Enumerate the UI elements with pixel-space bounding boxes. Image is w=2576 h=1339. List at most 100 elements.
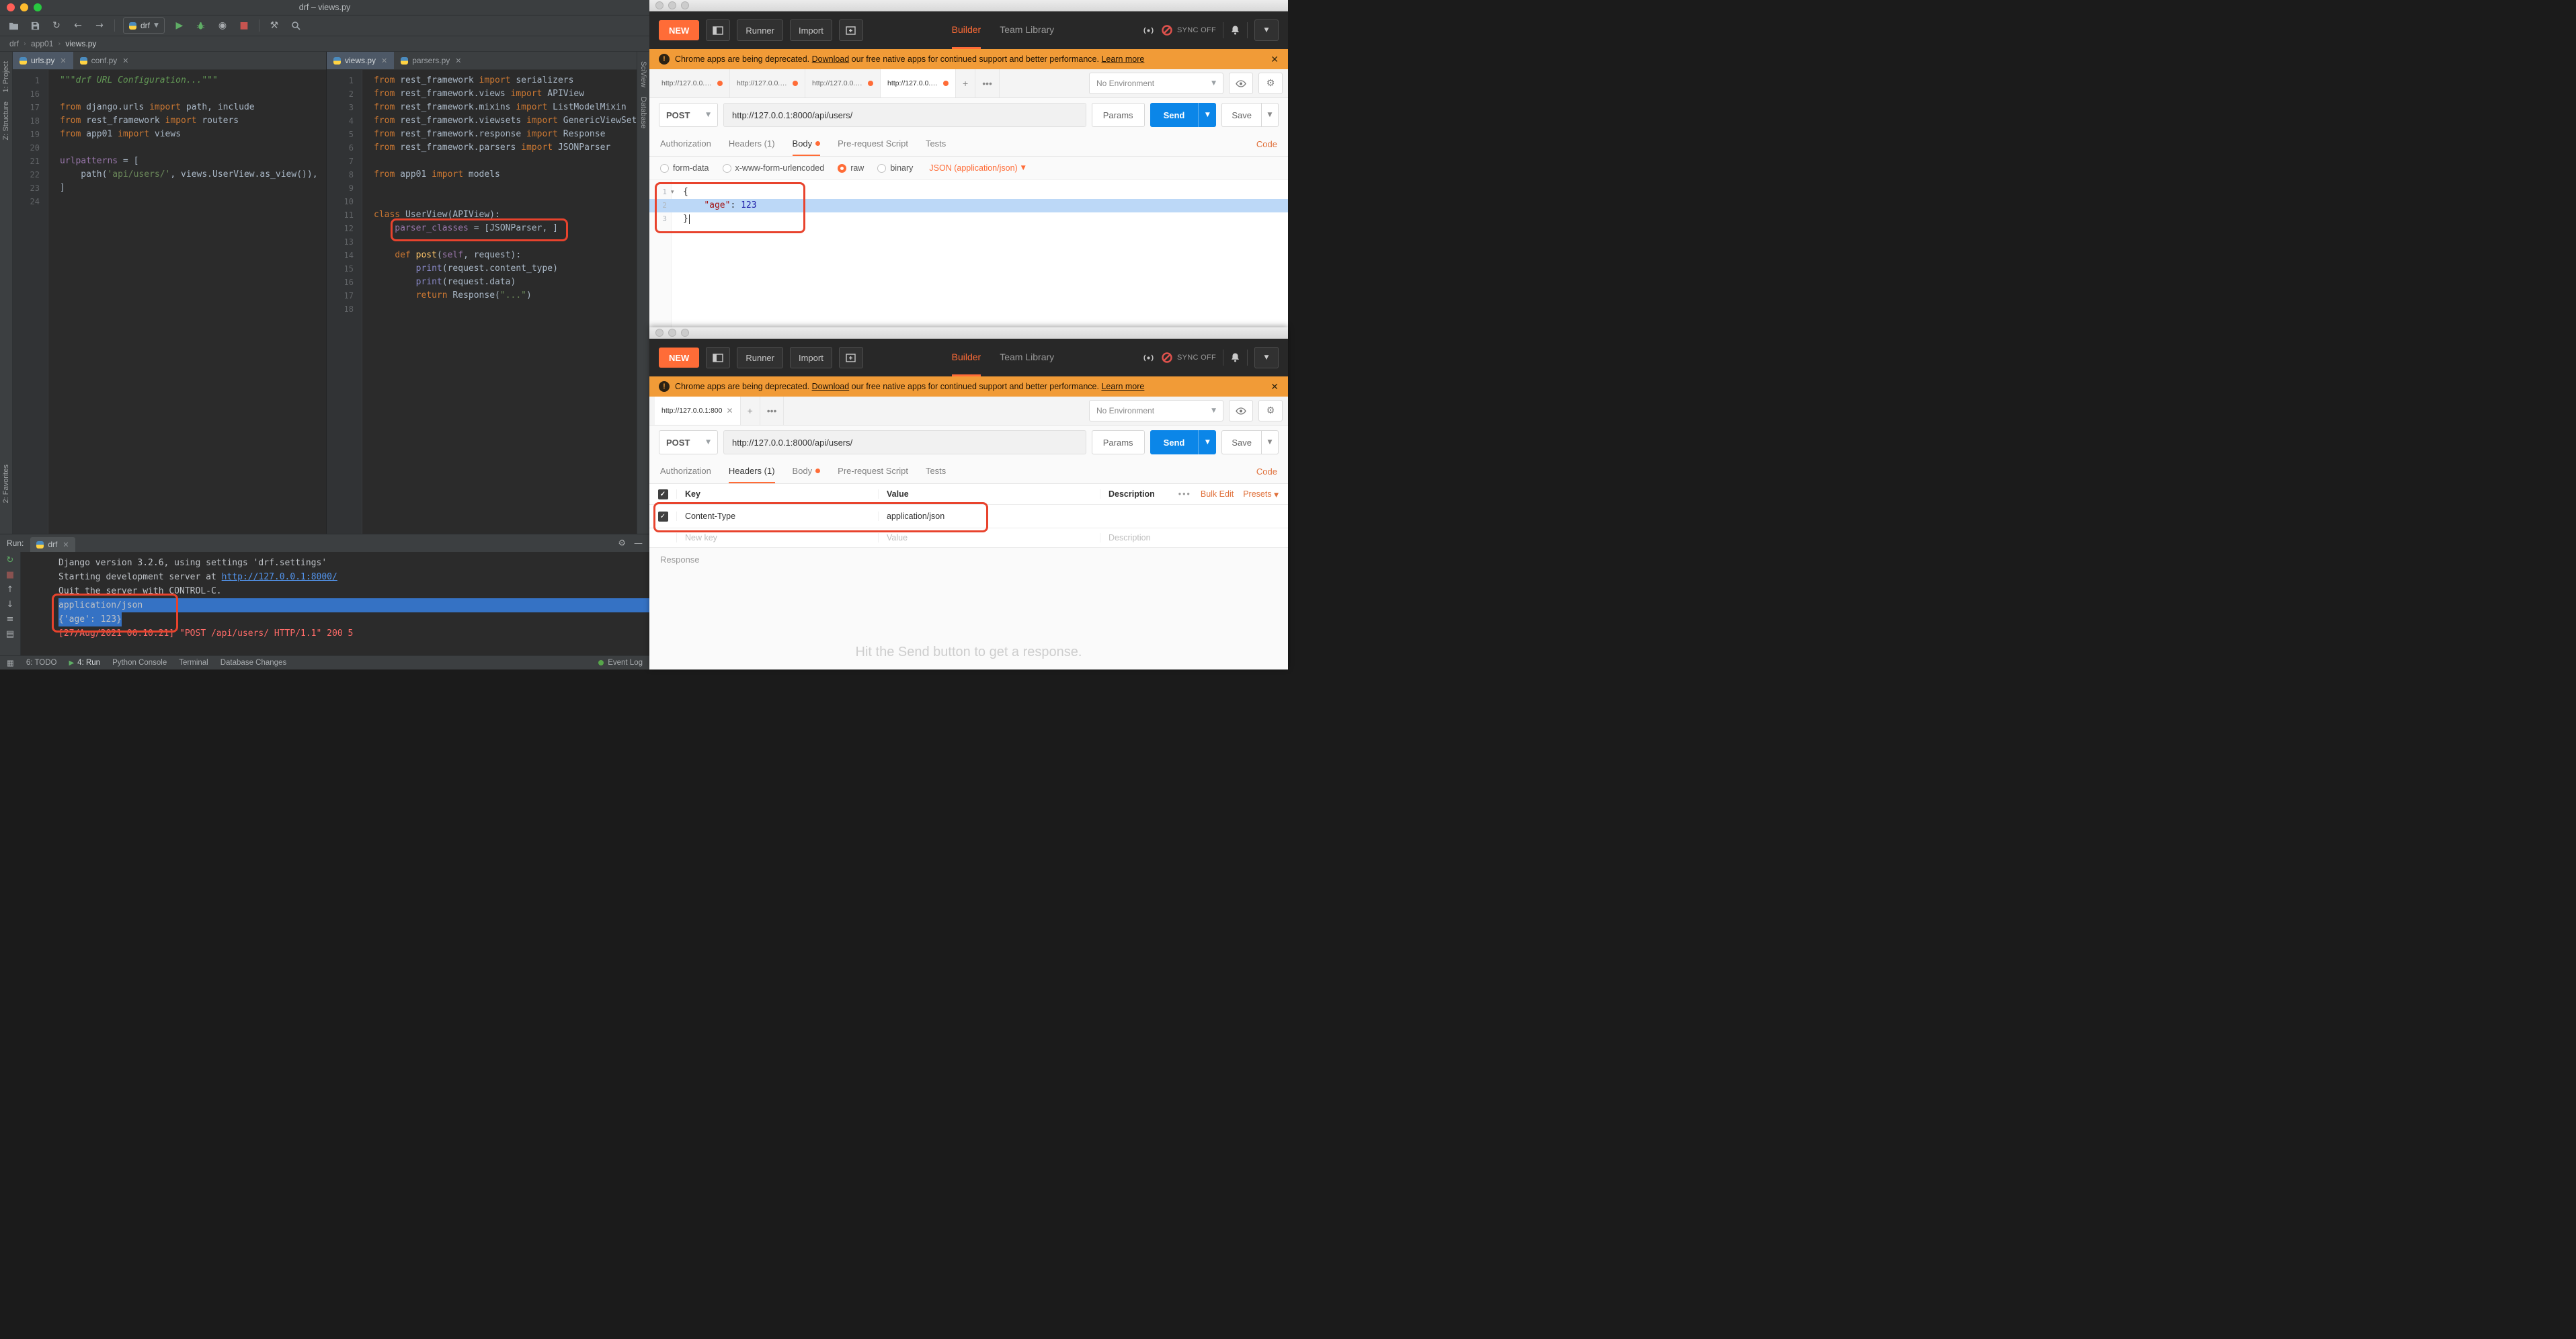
clear-console-icon[interactable]: ▤ bbox=[6, 629, 14, 639]
request-tab[interactable]: http://127.0.0.1:8 bbox=[730, 69, 805, 97]
run-icon[interactable]: ▶ bbox=[173, 19, 186, 32]
send-options-caret[interactable]: ▼ bbox=[1198, 430, 1216, 454]
back-icon[interactable]: ← bbox=[71, 19, 85, 32]
build-tools-icon[interactable]: ⚒ bbox=[268, 19, 281, 32]
url-input[interactable]: http://127.0.0.1:8000/api/users/ bbox=[723, 430, 1086, 454]
presets-dropdown[interactable]: Presets ▼ bbox=[1243, 489, 1279, 499]
tab-conf-py[interactable]: conf.py ✕ bbox=[73, 52, 136, 69]
row-checkbox[interactable]: ✓ bbox=[658, 512, 668, 522]
breadcrumb-item[interactable]: app01 bbox=[31, 39, 53, 48]
body-raw-editor[interactable]: 1▾{2 "age": 1233} bbox=[649, 179, 1288, 327]
settings-gear-icon[interactable]: ⚙ bbox=[618, 538, 626, 549]
settings-gear-icon[interactable]: ⚙ bbox=[1258, 400, 1283, 421]
body-type-select[interactable]: JSON (application/json)▼ bbox=[929, 163, 1025, 173]
sync-status[interactable]: SYNC OFF bbox=[1161, 24, 1216, 36]
soft-wrap-icon[interactable]: ≡ bbox=[7, 614, 14, 624]
notifications-bell-icon[interactable] bbox=[1230, 25, 1240, 36]
stop-icon[interactable]: ■ bbox=[237, 19, 251, 32]
status-terminal[interactable]: Terminal bbox=[179, 659, 208, 667]
tool-button-project[interactable]: 1: Project bbox=[2, 61, 10, 92]
tab-builder[interactable]: Builder bbox=[952, 11, 981, 49]
environment-select[interactable]: No Environment▼ bbox=[1089, 400, 1223, 421]
tool-button-sciview[interactable]: SciView bbox=[639, 61, 647, 87]
url-input[interactable]: http://127.0.0.1:8000/api/users/ bbox=[723, 103, 1086, 127]
params-button[interactable]: Params bbox=[1092, 103, 1145, 127]
method-select[interactable]: POST▼ bbox=[659, 430, 718, 454]
tab-headers[interactable]: Headers (1) bbox=[729, 132, 775, 156]
tab-urls-py[interactable]: urls.py ✕ bbox=[13, 52, 73, 69]
layout-toggle-button[interactable] bbox=[706, 19, 730, 41]
send-options-caret[interactable]: ▼ bbox=[1198, 103, 1216, 127]
status-python-console[interactable]: Python Console bbox=[112, 659, 167, 667]
sync-icon[interactable]: ↻ bbox=[50, 19, 63, 32]
minimize-window-button[interactable] bbox=[668, 1, 676, 9]
tab-pre-request-script[interactable]: Pre-request Script bbox=[838, 132, 908, 156]
runner-button[interactable]: Runner bbox=[737, 19, 783, 41]
close-window-button[interactable] bbox=[655, 329, 663, 337]
header-row-new[interactable]: New key Value Description bbox=[649, 528, 1288, 548]
notifications-bell-icon[interactable] bbox=[1230, 352, 1240, 363]
tab-tests[interactable]: Tests bbox=[926, 132, 946, 156]
download-link[interactable]: Download bbox=[812, 54, 850, 64]
close-icon[interactable]: ✕ bbox=[60, 56, 66, 65]
tab-authorization[interactable]: Authorization bbox=[660, 459, 711, 483]
tool-button-favorites[interactable]: 2: Favorites bbox=[2, 464, 10, 503]
search-icon[interactable] bbox=[289, 19, 303, 32]
open-icon[interactable] bbox=[7, 19, 20, 32]
run-tab-drf[interactable]: drf ✕ bbox=[30, 537, 75, 552]
tab-views-py[interactable]: views.py ✕ bbox=[327, 52, 394, 69]
generate-code-link[interactable]: Code bbox=[1256, 466, 1277, 477]
layout-toggle-button[interactable] bbox=[706, 347, 730, 368]
body-mode-raw[interactable]: raw bbox=[838, 163, 864, 173]
tool-button-database[interactable]: Database bbox=[639, 97, 647, 128]
capture-requests-icon[interactable] bbox=[1143, 352, 1154, 364]
close-banner-icon[interactable]: ✕ bbox=[1271, 381, 1279, 393]
new-tab-button[interactable]: + bbox=[741, 397, 760, 425]
request-tab-active[interactable]: http://127.0.0.1:800✕ bbox=[655, 397, 741, 425]
capture-requests-icon[interactable] bbox=[1143, 25, 1154, 36]
account-menu-button[interactable]: ▼ bbox=[1254, 19, 1279, 41]
new-tab-button[interactable]: + bbox=[956, 69, 975, 97]
code-editor-views[interactable]: 1from rest_framework import serializers2… bbox=[327, 70, 637, 534]
bulk-edit-link[interactable]: Bulk Edit bbox=[1201, 489, 1234, 499]
environment-select[interactable]: No Environment▼ bbox=[1089, 73, 1223, 94]
new-button[interactable]: NEW bbox=[659, 348, 699, 368]
new-window-icon[interactable] bbox=[839, 19, 863, 41]
header-key-cell[interactable]: Content-Type bbox=[676, 512, 878, 521]
settings-gear-icon[interactable]: ⚙ bbox=[1258, 73, 1283, 94]
scroll-down-icon[interactable]: ↓ bbox=[7, 600, 14, 610]
select-all-checkbox[interactable]: ✓ bbox=[658, 489, 668, 499]
body-mode-binary[interactable]: binary bbox=[877, 163, 913, 173]
import-button[interactable]: Import bbox=[790, 347, 832, 368]
stop-icon[interactable]: ■ bbox=[6, 570, 14, 580]
request-tab[interactable]: http://127.0.0.1:8 bbox=[655, 69, 730, 97]
window-controls[interactable] bbox=[7, 3, 42, 11]
minimize-window-button[interactable] bbox=[668, 329, 676, 337]
coverage-icon[interactable]: ◉ bbox=[216, 19, 229, 32]
zoom-window-button[interactable] bbox=[34, 3, 42, 11]
close-banner-icon[interactable]: ✕ bbox=[1271, 54, 1279, 65]
download-link[interactable]: Download bbox=[812, 382, 850, 391]
tool-windows-icon[interactable]: ▦ bbox=[7, 658, 14, 667]
environment-preview-eye-icon[interactable] bbox=[1229, 73, 1253, 94]
status-database-changes[interactable]: Database Changes bbox=[220, 659, 286, 667]
close-tab-icon[interactable]: ✕ bbox=[727, 406, 733, 415]
new-key-placeholder[interactable]: New key bbox=[676, 533, 878, 542]
scroll-up-icon[interactable]: ↑ bbox=[7, 585, 14, 595]
request-tab[interactable]: http://127.0.0.1:8 bbox=[805, 69, 881, 97]
tab-authorization[interactable]: Authorization bbox=[660, 132, 711, 156]
fold-marker-icon[interactable]: ▾ bbox=[671, 186, 679, 199]
sync-status[interactable]: SYNC OFF bbox=[1161, 352, 1216, 364]
save-options-caret[interactable]: ▼ bbox=[1261, 430, 1279, 454]
more-options-icon[interactable]: ••• bbox=[1178, 489, 1191, 499]
status-event-log[interactable]: Event Log bbox=[598, 659, 643, 667]
zoom-window-button[interactable] bbox=[681, 1, 689, 9]
save-all-icon[interactable] bbox=[28, 19, 42, 32]
breadcrumb-item[interactable]: drf bbox=[9, 39, 19, 48]
close-icon[interactable]: ✕ bbox=[122, 56, 128, 65]
new-window-icon[interactable] bbox=[839, 347, 863, 368]
close-window-button[interactable] bbox=[7, 3, 15, 11]
new-button[interactable]: NEW bbox=[659, 20, 699, 40]
close-icon[interactable]: ✕ bbox=[381, 56, 387, 65]
minimize-panel-icon[interactable]: — bbox=[634, 538, 643, 549]
